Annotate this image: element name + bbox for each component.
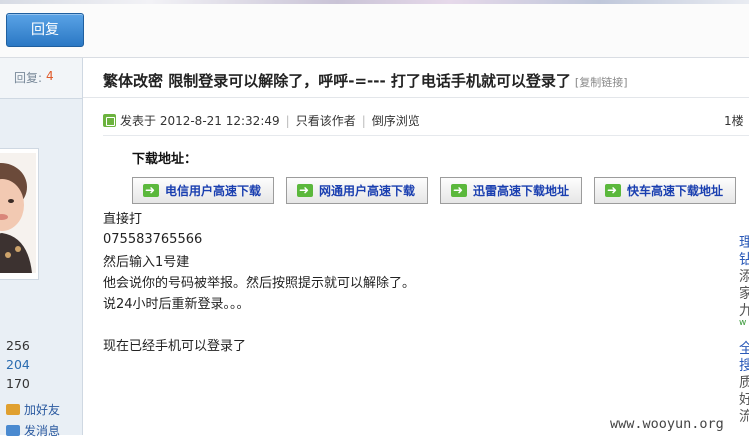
- watermark: www.wooyun.org: [610, 416, 724, 432]
- avatar-image: [0, 153, 36, 273]
- download-button-flashget[interactable]: 快车高速下载地址: [594, 177, 736, 204]
- meta-separator: |: [285, 114, 290, 128]
- stat-posts[interactable]: 204: [6, 357, 30, 372]
- download-button-label: 电信用户高速下载: [165, 184, 262, 198]
- meta-separator: |: [361, 114, 366, 128]
- reply-count: 4: [46, 69, 54, 83]
- title-divider: [83, 97, 749, 98]
- post-line: 他会说你的号码被举报。然后按照提示就可以解除了。: [103, 276, 416, 291]
- ad-text: 九: [739, 303, 749, 319]
- avatar[interactable]: [0, 148, 39, 280]
- floor-number[interactable]: 1楼: [724, 112, 744, 129]
- thread-title: 繁体改密 限制登录可以解除了，呼呼-=--- 打了电话手机就可以登录了 [复制链接…: [103, 70, 628, 91]
- add-friend-icon: [6, 404, 20, 415]
- meta-divider: [103, 135, 749, 136]
- copy-link[interactable]: [复制链接]: [575, 76, 628, 89]
- add-friend-link[interactable]: 加好友: [6, 401, 60, 418]
- header-banner-strip: [0, 0, 749, 4]
- download-button-netcom[interactable]: 网通用户高速下载: [286, 177, 428, 204]
- post-line: 直接打: [103, 212, 143, 227]
- ad-url[interactable]: w: [739, 318, 746, 328]
- reverse-order-link[interactable]: 倒序浏览: [372, 114, 420, 128]
- stat-points: 170: [6, 376, 30, 391]
- only-author-link[interactable]: 只看该作者: [296, 114, 356, 128]
- right-ad-column[interactable]: 理 钻 添 家 九 w 全 搜 质 好 流: [739, 232, 749, 435]
- send-message-label: 发消息: [24, 424, 61, 438]
- thread-title-text: 繁体改密 限制登录可以解除了，呼呼-=--- 打了电话手机就可以登录了: [103, 72, 571, 90]
- download-button-label: 快车高速下载地址: [627, 184, 724, 198]
- stat-threads: 256: [6, 338, 30, 353]
- reply-label: 回复:: [14, 71, 43, 85]
- download-button-thunder[interactable]: 迅雷高速下载地址: [440, 177, 582, 204]
- send-message-link[interactable]: 发消息: [6, 422, 60, 439]
- online-status-icon: [103, 114, 116, 127]
- post-line: 说24小时后重新登录。。。: [103, 297, 250, 312]
- post-line: 然后输入1号建: [103, 255, 190, 270]
- message-icon: [6, 425, 20, 436]
- reply-stat: 回复: 4: [0, 58, 82, 99]
- download-button-label: 迅雷高速下载地址: [473, 184, 570, 198]
- download-button-label: 网通用户高速下载: [319, 184, 416, 198]
- post-line: 075583765566: [103, 232, 203, 247]
- download-title: 下载地址：: [132, 152, 198, 167]
- reply-button[interactable]: 回复: [6, 13, 84, 47]
- download-button-telecom[interactable]: 电信用户高速下载: [132, 177, 274, 204]
- add-friend-label: 加好友: [24, 403, 61, 417]
- top-toolbar: 回复: [0, 0, 749, 58]
- ad-text: 流: [739, 409, 749, 425]
- download-arrow-icon: [605, 177, 621, 204]
- download-arrow-icon: [451, 177, 467, 204]
- post-meta: 发表于 2012-8-21 12:32:49 | 只看该作者 | 倒序浏览: [103, 112, 420, 129]
- post-time: 发表于 2012-8-21 12:32:49: [120, 114, 280, 128]
- post-line: 现在已经手机可以登录了: [103, 339, 247, 354]
- download-arrow-icon: [297, 177, 313, 204]
- download-arrow-icon: [143, 177, 159, 204]
